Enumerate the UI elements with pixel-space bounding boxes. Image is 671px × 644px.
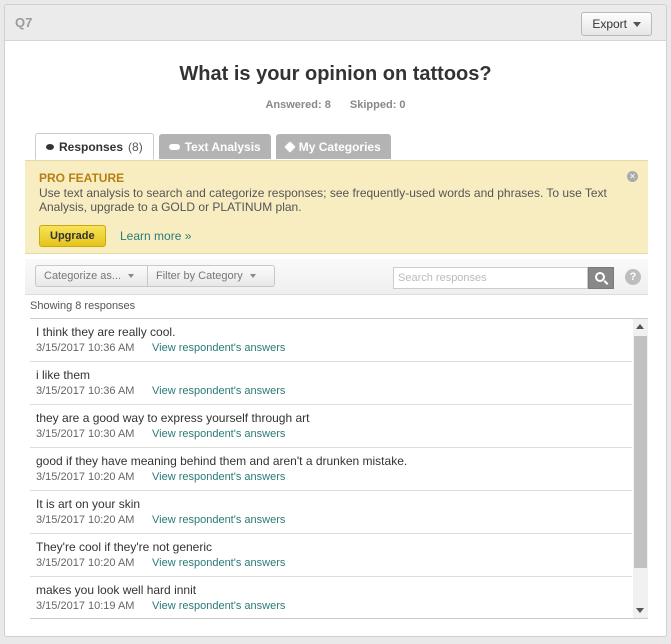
view-answers-link[interactable]: View respondent's answers <box>152 428 285 440</box>
help-icon[interactable]: ? <box>625 269 641 285</box>
bubble-icon <box>46 143 54 150</box>
list-item: I think they are really cool. 3/15/2017 … <box>30 319 632 362</box>
search-input[interactable] <box>393 267 588 289</box>
tab-responses[interactable]: Responses (8) <box>35 133 154 160</box>
answered-count: Answered: 8 <box>265 99 331 111</box>
tab-count: (8) <box>128 139 143 154</box>
scrollbar-thumb[interactable] <box>634 336 647 568</box>
chevron-down-icon <box>633 21 641 27</box>
view-answers-link[interactable]: View respondent's answers <box>152 385 285 397</box>
categorize-dropdown[interactable]: Categorize as... <box>35 265 148 287</box>
view-answers-link[interactable]: View respondent's answers <box>152 600 285 612</box>
export-label: Export <box>592 17 627 31</box>
categorize-label: Categorize as... <box>44 270 122 282</box>
view-answers-link[interactable]: View respondent's answers <box>152 342 285 354</box>
question-title: What is your opinion on tattoos? <box>179 63 492 85</box>
skipped-count: Skipped: 0 <box>349 99 406 111</box>
list-item: good if they have meaning behind them an… <box>30 448 632 491</box>
response-date: 3/15/2017 10:19 AM <box>36 600 135 612</box>
export-button[interactable]: Export <box>581 12 652 36</box>
response-date: 3/15/2017 10:20 AM <box>36 471 135 483</box>
scroll-down-arrow-icon[interactable] <box>636 608 644 613</box>
response-stats: Answered: 8 Skipped: 0 <box>5 99 666 111</box>
promo-text: Use text analysis to search and categori… <box>39 186 607 214</box>
filter-category-dropdown[interactable]: Filter by Category <box>148 265 275 287</box>
response-text: I think they are really cool. <box>36 325 176 339</box>
learn-more-link[interactable]: Learn more » <box>120 229 191 243</box>
response-text: makes you look well hard innit <box>36 583 197 597</box>
tab-my-categories[interactable]: My Categories <box>275 134 391 159</box>
tab-label: Text Analysis <box>184 139 261 154</box>
response-text: i like them <box>36 368 91 382</box>
list-item: makes you look well hard innit 3/15/2017… <box>30 577 632 618</box>
response-date: 3/15/2017 10:20 AM <box>36 514 135 526</box>
scrollbar[interactable] <box>633 319 648 618</box>
search-icon <box>595 272 605 282</box>
tab-bar: Responses (8) Text Analysis My Categorie… <box>35 133 391 160</box>
close-icon[interactable]: ✕ <box>627 171 638 182</box>
response-text: they are a good way to express yourself … <box>36 411 310 425</box>
scroll-up-arrow-icon[interactable] <box>636 324 644 329</box>
question-card: Q7 Export What is your opinion on tattoo… <box>4 4 667 637</box>
responses-toolbar: Categorize as... Filter by Category ? <box>25 259 648 295</box>
response-date: 3/15/2017 10:30 AM <box>36 428 135 440</box>
upgrade-button[interactable]: Upgrade <box>39 225 106 247</box>
list-item: It is art on your skin 3/15/2017 10:20 A… <box>30 491 632 534</box>
tab-label: My Categories <box>298 139 381 154</box>
promo-title: PRO FEATURE <box>39 171 125 185</box>
response-list: I think they are really cool. 3/15/2017 … <box>30 318 648 619</box>
view-answers-link[interactable]: View respondent's answers <box>152 514 285 526</box>
response-text: They're cool if they're not generic <box>36 540 213 554</box>
tag-icon <box>284 140 296 153</box>
response-date: 3/15/2017 10:36 AM <box>36 385 135 397</box>
showing-count: Showing 8 responses <box>30 300 136 312</box>
response-date: 3/15/2017 10:36 AM <box>36 342 135 354</box>
list-item: i like them 3/15/2017 10:36 AM View respo… <box>30 362 632 405</box>
question-number: Q7 <box>15 15 33 30</box>
search-button[interactable] <box>588 267 614 289</box>
tab-label: Responses <box>59 139 124 154</box>
list-item: They're cool if they're not generic 3/15… <box>30 534 632 577</box>
chevron-down-icon <box>128 274 135 278</box>
filter-label: Filter by Category <box>156 270 243 282</box>
cloud-icon <box>168 143 180 150</box>
view-answers-link[interactable]: View respondent's answers <box>152 557 285 569</box>
view-answers-link[interactable]: View respondent's answers <box>152 471 285 483</box>
card-header: Q7 Export <box>5 5 666 41</box>
list-item: they are a good way to express yourself … <box>30 405 632 448</box>
pro-feature-banner: PRO FEATURE Use text analysis to search … <box>25 160 648 254</box>
chevron-down-icon <box>249 274 256 278</box>
response-text: It is art on your skin <box>36 497 141 511</box>
tab-text-analysis[interactable]: Text Analysis <box>158 134 271 159</box>
response-date: 3/15/2017 10:20 AM <box>36 557 135 569</box>
response-text: good if they have meaning behind them an… <box>36 454 408 468</box>
